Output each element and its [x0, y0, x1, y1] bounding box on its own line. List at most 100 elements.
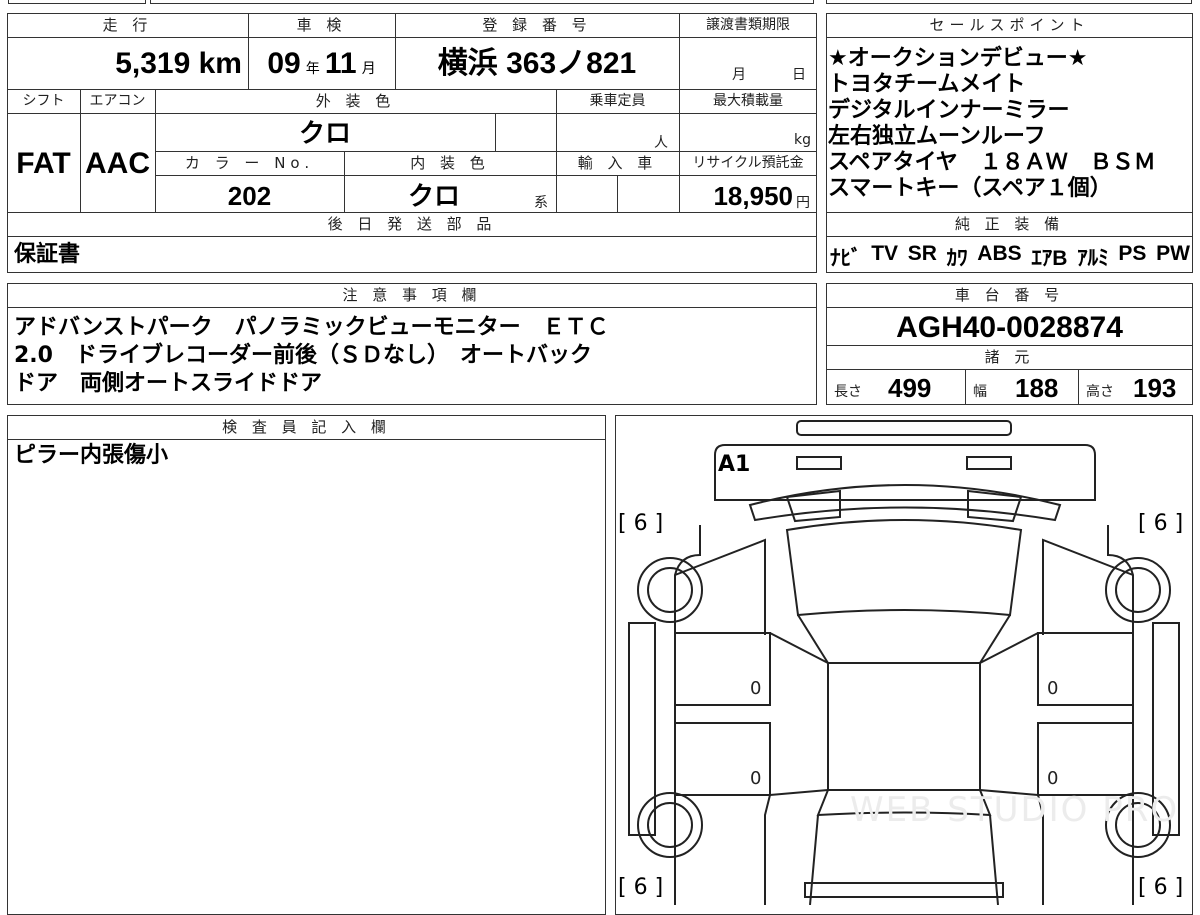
- shaken-year: 09: [267, 47, 301, 80]
- shaken-month-unit: 月: [361, 61, 376, 77]
- specs-header: 諸 元: [984, 348, 1035, 366]
- door-mark: 0: [1047, 678, 1059, 699]
- aircon-header: エアコン: [89, 93, 146, 109]
- rear-bumper: [804, 882, 1004, 898]
- body-outline: [674, 525, 1134, 905]
- later-parts-value: 保証書: [14, 242, 81, 267]
- top-strip-cell: [826, 0, 1192, 4]
- notes-line: アドバンストパーク パノラミックビューモニター ＥＴＣ: [14, 315, 609, 340]
- transfer-deadline-header: 譲渡書類期限: [706, 17, 790, 33]
- length-label: 長さ: [834, 384, 862, 400]
- equipment-item: ｶﾜ: [946, 247, 968, 270]
- recycle-fee-header: リサイクル預託金: [692, 155, 804, 171]
- mirror-left: [785, 489, 841, 523]
- sales-point-line: スペアタイヤ １８ＡＷ ＢＳＭ: [828, 150, 1156, 175]
- wheel-front-left-label: [ 6 ]: [618, 511, 664, 536]
- recycle-unit: 円: [796, 195, 810, 211]
- interior-color-value: クロ: [407, 181, 460, 211]
- capacity-unit: 人: [654, 135, 668, 151]
- wheel-rear-right-label: [ 6 ]: [1138, 875, 1184, 900]
- sales-point-line: トヨタチームメイト: [828, 72, 1026, 97]
- sales-point-line: デジタルインナーミラー: [828, 98, 1070, 123]
- interior-color-header: 内 装 色: [410, 154, 490, 172]
- inspector-note-value: ピラー内張傷小: [14, 443, 169, 468]
- shaken-header: 車 検: [296, 16, 347, 34]
- color-no-value: 202: [227, 181, 272, 211]
- mileage-header: 走 行: [102, 16, 153, 34]
- equipment-item: PW: [1156, 242, 1190, 265]
- max-load-header: 最大積載量: [713, 93, 783, 109]
- inspector-box: [7, 415, 606, 915]
- chassis-number-value: AGH40-0028874: [896, 311, 1123, 344]
- max-load-unit: kg: [794, 132, 811, 148]
- equipment-item: ABS: [977, 242, 1022, 265]
- wheel-rear-left-label: [ 6 ]: [618, 875, 664, 900]
- mirror-right: [967, 489, 1023, 523]
- wheel-front-left-inner: [647, 567, 693, 613]
- hood: [748, 484, 1062, 522]
- roof: [827, 662, 981, 791]
- recycle-fee-value: 18,950: [713, 181, 793, 211]
- color-no-header: カ ラ ー No.: [184, 154, 315, 172]
- top-strip-cell: [8, 0, 146, 4]
- sales-points-header: セールスポイント: [929, 16, 1090, 34]
- watermark: WEB STUDIO PRO: [850, 790, 1180, 830]
- door-mark: 0: [750, 678, 762, 699]
- equipment-item: SR: [907, 242, 937, 265]
- deadline-month-unit: 月: [732, 67, 746, 83]
- sales-point-line: ★オークションデビュー★: [828, 46, 1088, 71]
- equipment-item: ﾅﾋﾞ: [830, 247, 862, 270]
- registration-value: 横浜 363ノ821: [437, 47, 637, 80]
- front-bumper: [796, 420, 1012, 436]
- mileage-value: 5,319 km: [115, 47, 242, 80]
- damage-code-label: A1: [718, 452, 751, 477]
- top-strip-cell: [150, 0, 814, 4]
- chassis-number-header: 車 台 番 号: [954, 286, 1065, 304]
- width-label: 幅: [973, 384, 987, 400]
- aircon-value: AAC: [85, 147, 150, 180]
- length-value: 499: [888, 373, 932, 403]
- later-parts-header: 後 日 発 送 部 品: [327, 215, 497, 233]
- door-mark: 0: [750, 768, 762, 789]
- side-panel-left: [674, 538, 766, 635]
- height-value: 193: [1133, 373, 1177, 403]
- shaken-month: 11: [324, 47, 357, 80]
- sill-left: [628, 622, 656, 836]
- notes-line: 2.0 ドライブレコーダー前後（ＳＤなし） オートバック: [14, 343, 592, 368]
- deadline-day-unit: 日: [792, 67, 806, 83]
- equipment-item: ｱﾙﾐ: [1077, 247, 1109, 270]
- sales-points-list: ★オークションデビュー★ トヨタチームメイト デジタルインナーミラー 左右独立ム…: [828, 46, 1156, 202]
- import-header: 輸 入 車: [577, 154, 658, 172]
- shift-header: シフト: [22, 93, 65, 109]
- wheel-front-right-label: [ 6 ]: [1138, 511, 1184, 536]
- vehicle-diagram: [628, 420, 1180, 905]
- equipment-item: ｴｱB: [1031, 247, 1068, 270]
- door-mark: 0: [1047, 768, 1059, 789]
- width-value: 188: [1015, 373, 1059, 403]
- wheel-front-right-inner: [1115, 567, 1161, 613]
- headlight-left: [796, 456, 842, 470]
- headlight-right: [966, 456, 1012, 470]
- shaken-year-unit: 年: [305, 61, 320, 77]
- exterior-color-value: クロ: [298, 118, 351, 148]
- height-label: 高さ: [1086, 384, 1114, 400]
- notes-text: アドバンストパーク パノラミックビューモニター ＥＴＣ 2.0 ドライブレコーダ…: [14, 314, 609, 398]
- exterior-color-header: 外 装 色: [315, 92, 396, 110]
- registration-header: 登 録 番 号: [482, 16, 592, 34]
- side-panel-right: [1042, 538, 1134, 635]
- inspector-notes-header: 検 査 員 記 入 欄: [222, 418, 391, 436]
- shaken-value: 09 年 11 月: [248, 46, 395, 82]
- capacity-header: 乗車定員: [589, 93, 646, 109]
- shift-value: FAT: [16, 147, 71, 180]
- equipment-item: TV: [871, 242, 899, 265]
- equipment-item: PS: [1118, 242, 1147, 265]
- sales-point-line: スマートキー（スペア１個）: [828, 176, 1112, 201]
- sales-point-line: 左右独立ムーンルーフ: [828, 124, 1046, 149]
- front-panel: [714, 444, 1096, 501]
- notes-header: 注 意 事 項 欄: [342, 286, 482, 304]
- notes-line: ドア 両側オートスライドドア: [14, 371, 323, 396]
- windshield: [785, 519, 1023, 617]
- equipment-list: ﾅﾋﾞ TV SR ｶﾜ ABS ｴｱB ｱﾙﾐ PS PW: [830, 242, 1190, 272]
- genuine-equipment-header: 純 正 装 備: [954, 215, 1065, 233]
- interior-suffix: 系: [534, 195, 548, 211]
